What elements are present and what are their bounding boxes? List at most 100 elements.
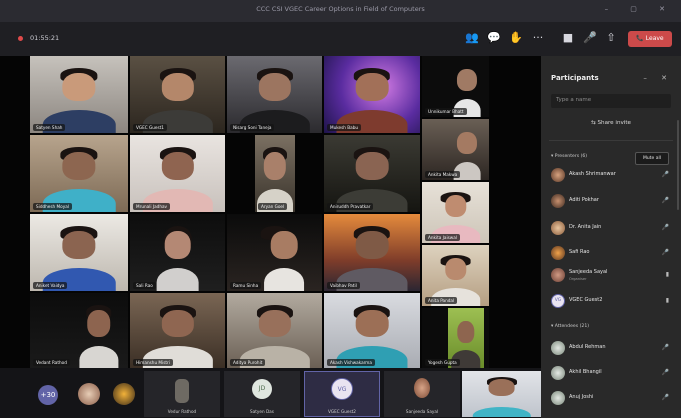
mic-icon: ▮ (665, 297, 669, 304)
participant-name: Vedant Rathod (33, 359, 70, 366)
raise-hand-icon[interactable]: ✋ (509, 31, 523, 44)
camera-icon[interactable]: ■ (561, 31, 575, 44)
participant-name: Mukesh Babu (327, 124, 362, 131)
more-icon[interactable]: ··· (531, 31, 545, 44)
participant-name: Aryan Goel (258, 203, 288, 210)
panel-scrollbar[interactable] (677, 120, 679, 210)
window-title: CCC CSI VGEC Career Options in Field of … (256, 5, 425, 13)
participant-name: Yogesh Gupta (425, 359, 460, 366)
participant-name: Aniruddh Pravatkar (327, 203, 374, 210)
avatar (551, 246, 565, 260)
video-tile[interactable]: Ramu Sinha (227, 214, 322, 291)
share-icon[interactable]: ⇧ (604, 31, 618, 44)
video-tile[interactable]: Unnikumar Bhatt (422, 56, 489, 117)
chat-icon[interactable]: 💬 (487, 31, 501, 44)
avatar (551, 194, 565, 208)
participant-row[interactable]: Aditi Pokhar 🎤 (551, 193, 673, 209)
video-tile[interactable]: Vedant Rathod (30, 293, 128, 368)
panel-title: Participants (551, 74, 599, 82)
self-video-preview[interactable] (462, 371, 541, 417)
video-tile[interactable]: Satyen Shah (30, 56, 128, 133)
mic-icon: 🎤 (661, 224, 669, 231)
participant-row[interactable]: Akash Shrimanwar 🎤 (551, 167, 673, 183)
video-tile[interactable]: Mukesh Babu (324, 56, 420, 133)
video-tile[interactable]: Ankita Jaiswal (422, 182, 489, 243)
video-tile[interactable]: Vaibhav Patil (324, 214, 420, 291)
participant-name: Akash Shrimanwar (569, 171, 616, 177)
title-bar: CCC CSI VGEC Career Options in Field of … (0, 0, 681, 22)
video-tile[interactable]: Nisarg Soni Taneja (227, 56, 322, 133)
mic-icon: ▮ (665, 271, 669, 278)
avatar (551, 391, 565, 405)
participant-name: VGEC Guest1 (133, 124, 167, 131)
participant-name: Himanshu Mistri (133, 359, 173, 366)
avatar (551, 268, 565, 282)
video-tile[interactable]: VGEC Guest1 (130, 56, 225, 133)
video-tile[interactable]: Yogesh Gupta (422, 308, 489, 368)
participant-name: Ankita Makwa (425, 171, 461, 178)
small-video-tile[interactable]: VG VGEC Guest2 (304, 371, 380, 417)
video-tile[interactable]: Ankita Makwa (422, 119, 489, 180)
window-controls[interactable]: – ▢ ✕ (605, 5, 675, 13)
avatar (551, 221, 565, 235)
mic-icon[interactable]: 🎤 (583, 31, 597, 44)
video-tile[interactable]: Anita Pandal (422, 245, 489, 306)
share-icon: ⇆ (591, 120, 596, 126)
more-participants-button[interactable]: +30 (38, 385, 58, 405)
small-video-tile[interactable]: JD Satyen Das (224, 371, 300, 417)
participant-name: VGEC Guest2 (328, 409, 356, 414)
participant-name: Unnikumar Bhatt (425, 108, 467, 115)
participant-row[interactable]: Sanjeeda Sayal Organiser ▮ (551, 267, 673, 283)
share-invite-button[interactable]: ⇆ Share invite (541, 120, 681, 126)
teams-meeting-window: CCC CSI VGEC Career Options in Field of … (0, 0, 681, 418)
participant-name: Sali Rao (133, 282, 156, 289)
participant-name: Akash Vishwakarma (327, 359, 375, 366)
participant-row[interactable]: Safi Rao 🎤 (551, 245, 673, 261)
panel-actions[interactable]: – ✕ (643, 74, 673, 82)
avatar: VG (331, 378, 353, 400)
attendees-header[interactable]: ▾ Attendees (21) (551, 324, 589, 329)
avatar (551, 366, 565, 380)
video-grid: Satyen Shah VGEC Guest1 Nisarg Soni Tane… (0, 56, 541, 368)
video-tile[interactable]: Siddhesh Moyal (30, 135, 128, 212)
participant-row[interactable]: Akhil Bhangil 🎤 (551, 365, 673, 381)
mic-icon: 🎤 (661, 394, 669, 401)
participant-name: Abdul Rehman (569, 344, 606, 350)
video-tile[interactable]: Himanshu Mistri (130, 293, 225, 368)
participant-name: Satyen Das (250, 409, 274, 414)
participant-row[interactable]: Dr. Anita Jain 🎤 (551, 220, 673, 236)
participant-row[interactable]: Anuj Joshi 🎤 (551, 390, 673, 406)
video-tile[interactable]: Aryan Goel (255, 135, 295, 212)
small-video-tile[interactable]: Sanjeeda Sayal (384, 371, 460, 417)
video-tile[interactable]: Aniruddh Pravatkar (324, 135, 420, 212)
divider (549, 140, 673, 141)
participant-name: Anita Pandal (425, 297, 458, 304)
participant-name: Aditya Purohit (230, 359, 266, 366)
avatar[interactable] (113, 383, 135, 405)
presenters-header[interactable]: ▾ Presenters (6) (551, 154, 587, 159)
participant-name: Ramu Sinha (230, 282, 262, 289)
avatar (551, 168, 565, 182)
participant-row[interactable]: Abdul Rehman 🎤 (551, 340, 673, 356)
small-video-tile[interactable]: Vedur Rathod (144, 371, 220, 417)
mic-icon: 🎤 (661, 197, 669, 204)
video-tile[interactable]: Mrunali Jadhav (130, 135, 225, 212)
video-tile[interactable]: Sali Rao (130, 214, 225, 291)
meeting-timer: 01:55:21 (30, 34, 60, 42)
recording-icon (18, 36, 23, 41)
participant-name: Dr. Anita Jain (569, 224, 602, 230)
video-tile[interactable]: Aniket Vaidya (30, 214, 128, 291)
participant-row[interactable]: VG VGEC Guest2 ▮ (551, 293, 673, 309)
avatar[interactable] (78, 383, 100, 405)
video-tile[interactable]: Aditya Purohit (227, 293, 322, 368)
participants-icon[interactable]: 👥 (465, 31, 479, 44)
mic-icon: 🎤 (661, 369, 669, 376)
participant-name: Nisarg Soni Taneja (230, 124, 275, 131)
video-tile[interactable]: Akash Vishwakarma (324, 293, 420, 368)
mute-all-button[interactable]: Mute all (635, 152, 669, 165)
leave-button[interactable]: 📞 Leave (628, 31, 672, 47)
avatar (551, 341, 565, 355)
participant-name: Aniket Vaidya (33, 282, 68, 289)
mic-icon: 🎤 (661, 249, 669, 256)
participant-search-input[interactable]: Type a name (551, 94, 671, 108)
